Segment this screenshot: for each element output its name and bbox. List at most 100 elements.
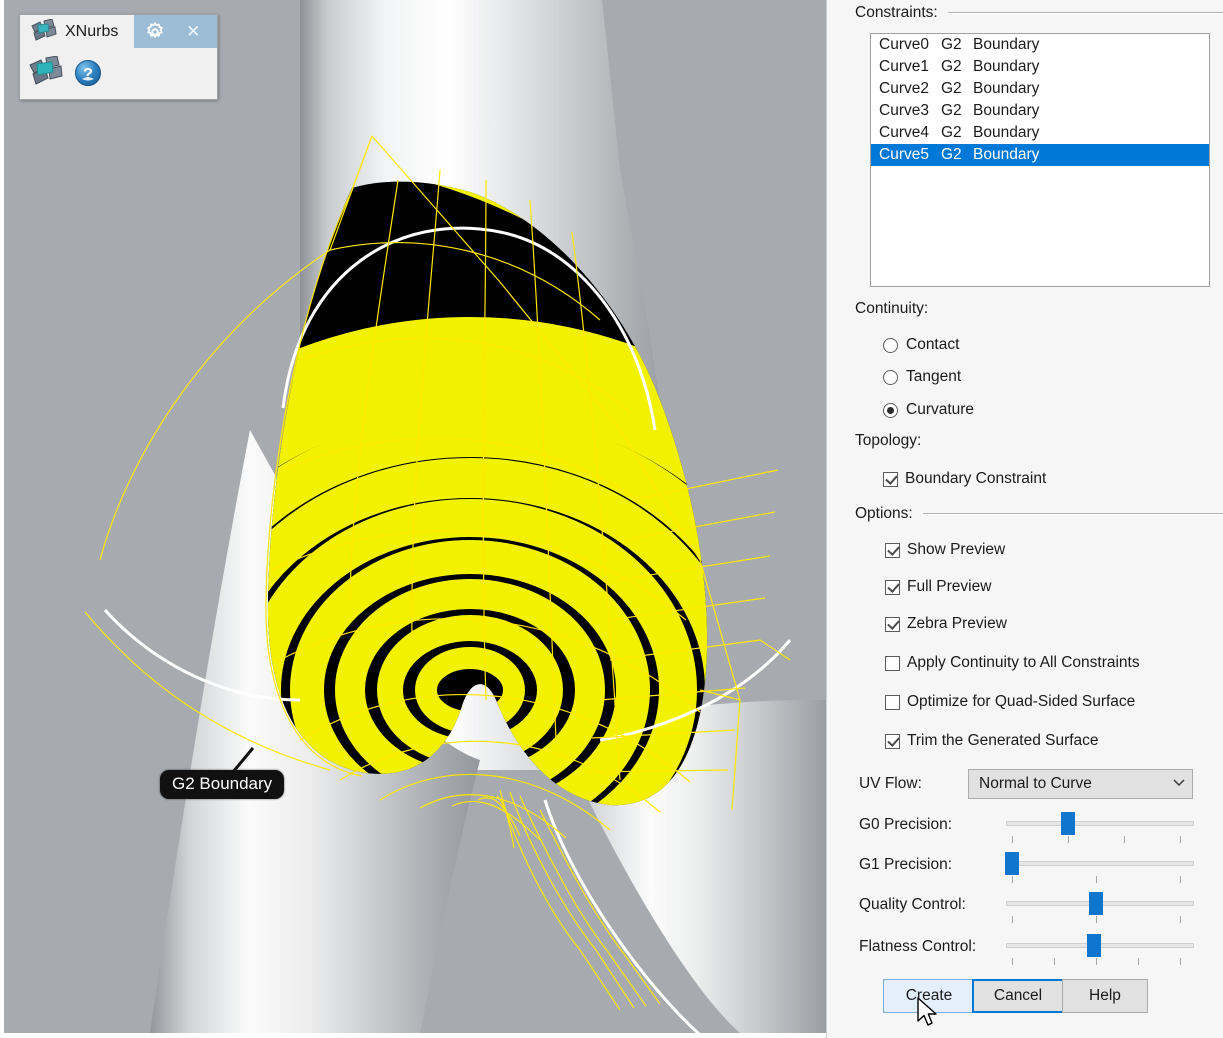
uv-flow-select[interactable]: Normal to Curve <box>968 769 1193 799</box>
constraint-curve-name: Curve0 <box>879 34 941 56</box>
surface-patch-icon <box>30 19 60 45</box>
cancel-button[interactable]: Cancel <box>972 979 1064 1013</box>
constraint-type: Boundary <box>973 100 1039 122</box>
constraint-type: Boundary <box>973 78 1039 100</box>
options-group-header: Options: <box>855 505 1223 523</box>
uv-flow-value: Normal to Curve <box>969 775 1166 793</box>
xnurbs-options-panel: Constraints: Curve0 G2 Boundary Curve1 G… <box>841 0 1223 1038</box>
constraint-type: Boundary <box>973 34 1039 56</box>
radio-button[interactable] <box>883 403 898 418</box>
checkbox-trim-generated-surface[interactable]: Trim the Generated Surface <box>885 732 1099 750</box>
constraint-type: Boundary <box>973 144 1039 166</box>
toolbar-titlebar-buttons: ✕ <box>134 15 217 48</box>
checkbox-label: Zebra Preview <box>907 615 1007 633</box>
checkbox-full-preview[interactable]: Full Preview <box>885 578 991 596</box>
constraint-curve-name: Curve2 <box>879 78 941 100</box>
close-icon[interactable]: ✕ <box>186 23 200 40</box>
constraint-continuity: G2 <box>941 122 973 144</box>
checkbox-apply-continuity-all[interactable]: Apply Continuity to All Constraints <box>885 654 1140 672</box>
table-row[interactable]: Curve1 G2 Boundary <box>871 56 1209 78</box>
xnurbs-toolbar-titlebar[interactable]: XNurbs ✕ <box>20 15 217 48</box>
table-row[interactable]: Curve4 G2 Boundary <box>871 122 1209 144</box>
group-separator-line <box>923 513 1223 515</box>
constraint-curve-name: Curve4 <box>879 122 941 144</box>
slider-thumb[interactable] <box>1089 892 1103 915</box>
options-group-label: Options: <box>855 505 923 523</box>
g0-precision-label: G0 Precision: <box>859 816 952 834</box>
g1-precision-label: G1 Precision: <box>859 856 952 874</box>
slider-thumb[interactable] <box>1061 812 1075 835</box>
g0-precision-slider[interactable] <box>1006 810 1194 844</box>
3d-viewport[interactable]: XNurbs ✕ <box>0 0 826 1038</box>
quality-control-label: Quality Control: <box>859 896 966 914</box>
slider-track[interactable] <box>1006 821 1194 826</box>
checkbox[interactable] <box>885 617 900 632</box>
constraint-type: Boundary <box>973 56 1039 78</box>
gear-icon[interactable] <box>145 22 165 42</box>
xnurbs-floating-toolbar[interactable]: XNurbs ✕ <box>19 14 218 100</box>
viewport-bottom-edge <box>0 1033 826 1038</box>
constraint-type: Boundary <box>973 122 1039 144</box>
viewport-left-edge <box>0 0 4 1038</box>
uv-flow-label: UV Flow: <box>859 775 922 793</box>
checkbox[interactable] <box>885 734 900 749</box>
cancel-button-label: Cancel <box>994 987 1042 1005</box>
radio-label: Tangent <box>906 368 961 386</box>
xnurbs-toolbar-body: ? <box>20 48 217 98</box>
checkbox[interactable] <box>885 656 900 671</box>
table-row[interactable]: Curve0 G2 Boundary <box>871 34 1209 56</box>
g1-precision-slider[interactable] <box>1006 850 1194 884</box>
radio-label: Curvature <box>906 401 974 419</box>
checkbox[interactable] <box>885 580 900 595</box>
checkbox[interactable] <box>885 695 900 710</box>
radio-tangent[interactable]: Tangent <box>883 368 961 386</box>
constraint-continuity: G2 <box>941 100 973 122</box>
radio-curvature[interactable]: Curvature <box>883 401 974 419</box>
checkbox-label: Apply Continuity to All Constraints <box>907 654 1140 672</box>
constraint-continuity: G2 <box>941 78 973 100</box>
checkbox[interactable] <box>883 472 898 487</box>
radio-button[interactable] <box>883 370 898 385</box>
quality-control-slider[interactable] <box>1006 890 1194 924</box>
flatness-control-slider[interactable] <box>1006 932 1194 966</box>
mouse-cursor <box>916 997 942 1031</box>
checkbox-zebra-preview[interactable]: Zebra Preview <box>885 615 1007 633</box>
slider-thumb[interactable] <box>1087 934 1101 957</box>
constraints-listbox[interactable]: Curve0 G2 Boundary Curve1 G2 Boundary Cu… <box>870 33 1210 287</box>
slider-thumb[interactable] <box>1005 852 1019 875</box>
constraint-continuity: G2 <box>941 144 973 166</box>
slider-ticks <box>1006 916 1194 924</box>
checkbox-boundary-constraint[interactable]: Boundary Constraint <box>883 470 1046 488</box>
checkbox-optimize-quad-sided[interactable]: Optimize for Quad-Sided Surface <box>885 693 1135 711</box>
group-separator-line <box>948 12 1223 14</box>
checkbox-show-preview[interactable]: Show Preview <box>885 541 1005 559</box>
constraint-curve-name: Curve5 <box>879 144 941 166</box>
chevron-down-icon[interactable] <box>1166 775 1192 794</box>
table-row[interactable]: Curve3 G2 Boundary <box>871 100 1209 122</box>
checkbox-label: Optimize for Quad-Sided Surface <box>907 693 1135 711</box>
slider-ticks <box>1006 876 1194 884</box>
slider-track[interactable] <box>1006 861 1194 866</box>
radio-label: Contact <box>906 336 959 354</box>
table-row[interactable]: Curve2 G2 Boundary <box>871 78 1209 100</box>
checkbox-label: Full Preview <box>907 578 991 596</box>
checkbox-label: Boundary Constraint <box>905 470 1046 488</box>
xnurbs-surface-command-icon[interactable] <box>28 56 66 90</box>
checkbox-label: Show Preview <box>907 541 1005 559</box>
toolbar-drag-grip[interactable] <box>20 15 28 48</box>
constraint-curve-name: Curve1 <box>879 56 941 78</box>
slider-ticks <box>1006 958 1194 966</box>
continuity-label: Continuity: <box>855 300 928 318</box>
radio-contact[interactable]: Contact <box>883 336 959 354</box>
constraint-curve-name: Curve3 <box>879 100 941 122</box>
radio-button[interactable] <box>883 338 898 353</box>
constraint-continuity: G2 <box>941 56 973 78</box>
help-icon[interactable]: ? <box>74 59 102 87</box>
viewport-panel-splitter[interactable] <box>826 0 842 1038</box>
g2-boundary-tooltip: G2 Boundary <box>160 770 284 799</box>
checkbox-label: Trim the Generated Surface <box>907 732 1099 750</box>
constraints-group-header: Constraints: <box>855 4 1223 22</box>
table-row-selected[interactable]: Curve5 G2 Boundary <box>871 144 1209 166</box>
checkbox[interactable] <box>885 543 900 558</box>
help-button[interactable]: Help <box>1062 979 1148 1013</box>
